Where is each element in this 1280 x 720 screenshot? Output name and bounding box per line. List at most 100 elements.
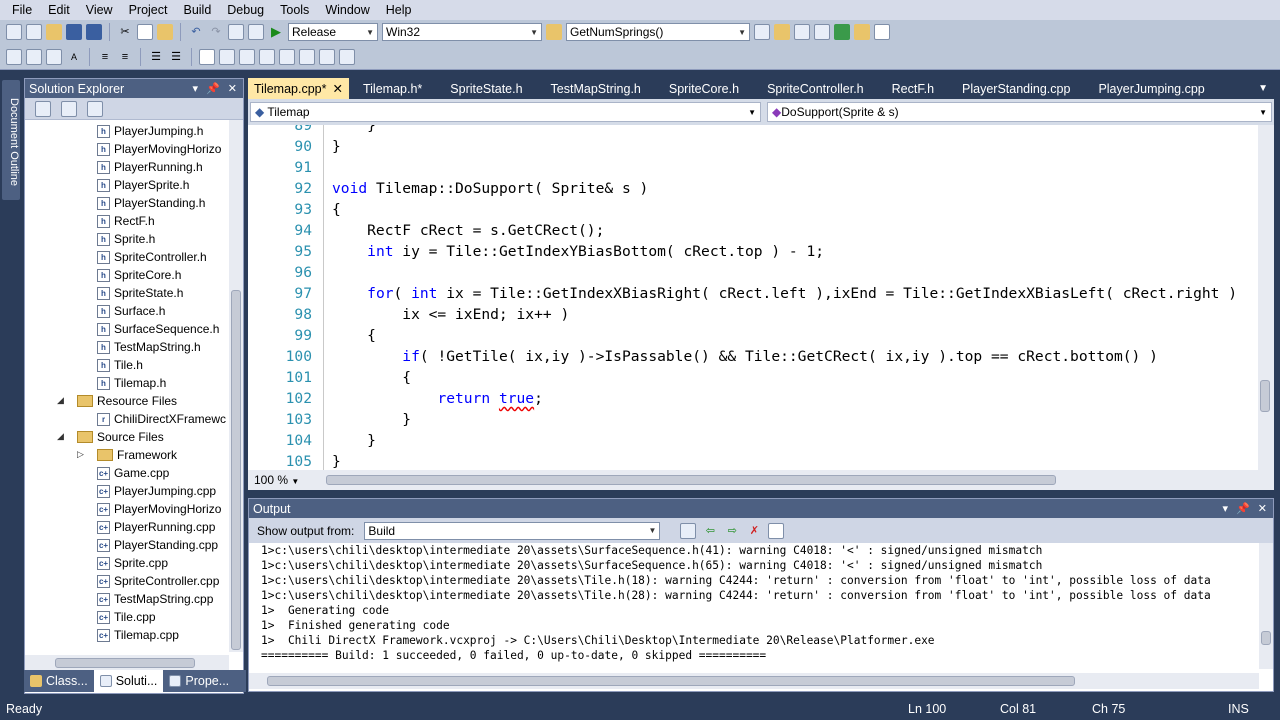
tab-solution-explorer[interactable]: Soluti... [93,670,164,692]
tree-item[interactable]: h PlayerMovingHorizo [97,140,221,158]
types-combo[interactable]: ◆ Tilemap ▼ [250,102,761,122]
zoom-combo[interactable]: 100 % ▼ [248,473,316,487]
next-bookmark-document-icon[interactable] [319,48,335,65]
scrollbar-thumb[interactable] [326,475,1056,485]
tab-tilemap-cpp[interactable]: Tilemap.cpp* ✕ [248,78,349,99]
object-browser-icon[interactable] [814,24,830,40]
go-to-next-message-icon[interactable]: ⇨ [724,523,740,539]
menu-help[interactable]: Help [378,3,420,17]
undo-icon[interactable]: ↶ [188,24,204,40]
horizontal-scrollbar[interactable] [249,673,1259,689]
tree-item[interactable]: h Tilemap.h [97,374,166,392]
solution-config-select[interactable]: Release ▼ [288,23,378,41]
code-line[interactable]: for( int ix = Tile::GetIndexXBiasRight( … [332,285,1237,302]
tree-item[interactable]: Resource Files [77,392,177,410]
solution-explorer-icon[interactable] [774,24,790,40]
tab-spritestate-h[interactable]: SpriteState.h [436,78,536,99]
scrollbar-thumb[interactable] [55,658,195,668]
tree-item[interactable]: c+ PlayerMovingHorizo [97,500,221,518]
tree-item[interactable]: h SpriteController.h [97,248,207,266]
window-position-icon[interactable]: ▾ [193,82,199,95]
tree-item[interactable]: c+ PlayerJumping.cpp [97,482,216,500]
tree-item[interactable]: h TestMapString.h [97,338,201,356]
code-line[interactable]: } [332,411,411,428]
previous-bookmark-icon[interactable] [219,48,235,65]
code-line[interactable]: if( !GetTile( ix,iy )->IsPassable() && T… [332,348,1158,365]
tab-rectf-h[interactable]: RectF.h [878,78,948,99]
tab-spritecontroller-h[interactable]: SpriteController.h [753,78,878,99]
paste-icon[interactable] [157,24,173,40]
tree-item[interactable]: c+ Sprite.cpp [97,554,168,572]
uncomment-icon[interactable]: ☰ [168,49,184,65]
code-line[interactable]: ix <= ixEnd; ix++ ) [332,306,569,323]
code-line[interactable]: void Tilemap::DoSupport( Sprite& s ) [332,180,648,197]
menu-edit[interactable]: Edit [40,3,78,17]
tree-item[interactable]: c+ TestMapString.cpp [97,590,213,608]
tree-item[interactable]: h PlayerSprite.h [97,176,189,194]
tree-item[interactable]: c+ Tilemap.cpp [97,626,179,644]
member-list-icon[interactable] [6,48,22,65]
collapse-arrow-icon[interactable]: ◢ [57,431,64,442]
toggle-word-wrap-icon[interactable] [768,522,785,539]
tab-testmapstring-h[interactable]: TestMapString.h [537,78,655,99]
pin-icon[interactable]: 📌 [206,82,220,95]
tree-item[interactable]: h PlayerStanding.h [97,194,205,212]
code-line[interactable]: RectF cRect = s.GetCRect(); [332,222,604,239]
tree-item[interactable]: c+ SpriteController.cpp [97,572,219,590]
scrollbar-thumb[interactable] [267,676,1075,686]
menu-build[interactable]: Build [175,3,219,17]
tree-item[interactable]: h RectF.h [97,212,155,230]
menu-view[interactable]: View [78,3,121,17]
menu-file[interactable]: File [4,3,40,17]
vertical-scrollbar[interactable] [229,120,243,652]
code-line[interactable]: int iy = Tile::GetIndexYBiasBottom( cRec… [332,243,824,260]
tree-item[interactable]: h SurfaceSequence.h [97,320,219,338]
toolbox-icon[interactable] [834,24,850,40]
output-source-select[interactable]: Build ▼ [364,521,661,540]
properties-icon[interactable] [35,100,51,117]
tree-item[interactable]: c+ PlayerStanding.cpp [97,536,218,554]
code-line[interactable]: } [332,138,341,155]
view-class-diagram-icon[interactable] [87,100,103,117]
tab-class-view[interactable]: Class... [24,670,94,692]
horizontal-scrollbar[interactable] [25,655,229,671]
code-line[interactable]: } [332,432,376,449]
scrollbar-thumb[interactable] [1260,380,1270,412]
output-text[interactable]: 1>c:\users\chili\desktop\intermediate 20… [261,543,1211,663]
tree-item[interactable]: h Surface.h [97,302,165,320]
tab-property-manager[interactable]: Prope... [163,670,235,692]
complete-word-icon[interactable]: A [66,49,82,65]
vertical-scrollbar[interactable] [1258,125,1274,470]
tree-item[interactable]: h PlayerRunning.h [97,158,203,176]
clear-all-icon[interactable]: ✗ [746,523,762,539]
navigate-backward-icon[interactable] [228,24,244,40]
previous-bookmark-folder-icon[interactable] [259,48,275,65]
new-project-icon[interactable] [6,24,22,40]
go-to-previous-message-icon[interactable]: ⇦ [702,523,718,539]
show-all-files-icon[interactable] [61,100,77,117]
next-bookmark-folder-icon[interactable] [279,48,295,65]
bookmark-icon[interactable] [199,48,215,65]
find-in-files-icon[interactable] [546,24,562,40]
code-line[interactable]: } [332,453,341,470]
decrease-indent-icon[interactable]: ≡ [97,49,113,65]
tree-item[interactable]: c+ PlayerRunning.cpp [97,518,215,536]
code-line[interactable]: { [332,369,411,386]
navigate-forward-icon[interactable] [248,24,264,40]
save-icon[interactable] [66,24,82,40]
code-line[interactable]: { [332,327,376,344]
open-file-icon[interactable] [46,24,62,40]
scrollbar-thumb[interactable] [1261,631,1271,645]
menu-window[interactable]: Window [317,3,377,17]
tree-item[interactable]: h Sprite.h [97,230,155,248]
close-icon[interactable]: ✕ [228,82,237,95]
tab-tilemap-h[interactable]: Tilemap.h* [349,78,436,99]
find-combo[interactable]: GetNumSprings() ▼ [566,23,750,41]
pin-icon[interactable]: 📌 [1236,502,1250,515]
scrollbar-thumb[interactable] [231,290,241,650]
close-icon[interactable]: ✕ [333,81,343,96]
tab-list-icon[interactable]: ▼ [1258,83,1268,94]
tree-item[interactable]: Source Files [77,428,164,446]
extension-manager-icon[interactable] [854,24,870,40]
find-symbol-icon[interactable] [754,24,770,40]
